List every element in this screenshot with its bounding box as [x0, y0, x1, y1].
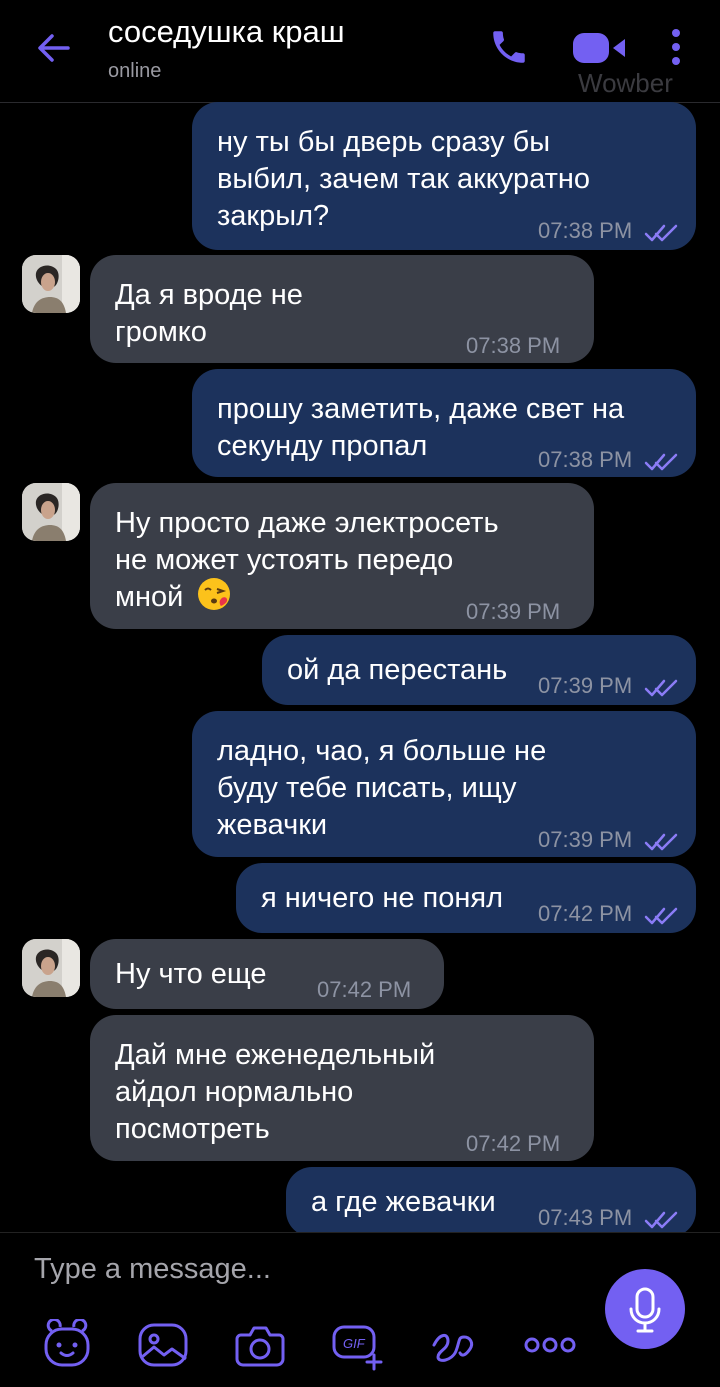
- incoming-message[interactable]: Дай мне еженедельный айдол нормально пос…: [90, 1015, 594, 1161]
- message-time: 07:42 PM: [317, 977, 412, 1002]
- read-ticks-icon: [644, 671, 678, 697]
- read-ticks-icon: [644, 445, 678, 471]
- message-input[interactable]: Type a message...: [34, 1253, 271, 1286]
- message-text: Дай мне еженедельный айдол нормально пос…: [115, 1039, 436, 1145]
- gallery-icon[interactable]: [136, 1319, 190, 1371]
- read-ticks-icon: [644, 825, 678, 851]
- message-text: ой да перестань: [287, 654, 508, 686]
- message-time: 07:38 PM: [538, 218, 633, 243]
- phone-icon[interactable]: [488, 26, 530, 68]
- read-ticks-icon: [644, 899, 678, 925]
- message-time: 07:38 PM: [538, 447, 633, 472]
- more-horizontal-icon[interactable]: [523, 1319, 577, 1371]
- message-time: 07:38 PM: [466, 333, 561, 358]
- camera-icon[interactable]: [233, 1319, 287, 1371]
- gif-icon[interactable]: GIF: [330, 1319, 384, 1371]
- message-time: 07:43 PM: [538, 1205, 633, 1230]
- outgoing-message[interactable]: я ничего не понял 07:42 PM: [236, 863, 696, 933]
- read-ticks-icon: [644, 1203, 678, 1229]
- microphone-icon[interactable]: [605, 1269, 685, 1349]
- avatar[interactable]: [22, 255, 80, 313]
- video-camera-icon[interactable]: [571, 30, 629, 66]
- contact-name[interactable]: соседушка краш: [108, 14, 345, 50]
- outgoing-message[interactable]: а где жевачки 07:43 PM: [286, 1167, 696, 1232]
- kissing-face-icon: [197, 577, 231, 611]
- message-text: ладно, чао, я больше не буду тебе писать…: [217, 735, 547, 841]
- message-time: 07:39 PM: [538, 827, 633, 852]
- message-composer: Type a message... GIF: [0, 1232, 720, 1387]
- incoming-message[interactable]: Ну что еще 07:42 PM: [90, 939, 444, 1009]
- avatar[interactable]: [22, 939, 80, 997]
- outgoing-message[interactable]: ой да перестань 07:39 PM: [262, 635, 696, 705]
- contact-status: online: [108, 60, 162, 82]
- arrow-left-icon[interactable]: [34, 28, 74, 68]
- message-time: 07:39 PM: [466, 599, 561, 624]
- chat-header: соседушка краш online Wowber: [0, 0, 720, 103]
- more-vertical-icon[interactable]: [668, 28, 684, 68]
- message-text: Ну просто даже электросеть не может усто…: [115, 507, 499, 613]
- watermark: Wowber: [578, 68, 673, 98]
- read-ticks-icon: [644, 216, 678, 242]
- message-text: я ничего не понял: [261, 882, 504, 914]
- message-text: а где жевачки: [311, 1186, 496, 1218]
- outgoing-message[interactable]: прошу заметить, даже свет на секунду про…: [192, 369, 696, 477]
- message-time: 07:42 PM: [466, 1131, 561, 1156]
- message-time: 07:39 PM: [538, 673, 633, 698]
- svg-text:GIF: GIF: [343, 1336, 366, 1351]
- sticker-bear-icon[interactable]: [40, 1317, 94, 1371]
- doodle-icon[interactable]: [426, 1319, 480, 1371]
- message-list[interactable]: ну ты бы дверь сразу бы выбил, зачем так…: [0, 102, 720, 1232]
- outgoing-message[interactable]: ну ты бы дверь сразу бы выбил, зачем так…: [192, 102, 696, 250]
- avatar[interactable]: [22, 483, 80, 541]
- outgoing-message[interactable]: ладно, чао, я больше не буду тебе писать…: [192, 711, 696, 857]
- message-time: 07:42 PM: [538, 901, 633, 926]
- incoming-message[interactable]: Да я вроде не громко 07:38 PM: [90, 255, 594, 363]
- message-text: Ну что еще: [115, 958, 267, 990]
- message-text: ну ты бы дверь сразу бы выбил, зачем так…: [217, 126, 590, 232]
- incoming-message[interactable]: Ну просто даже электросеть не может усто…: [90, 483, 594, 629]
- message-text: Да я вроде не громко: [115, 279, 303, 348]
